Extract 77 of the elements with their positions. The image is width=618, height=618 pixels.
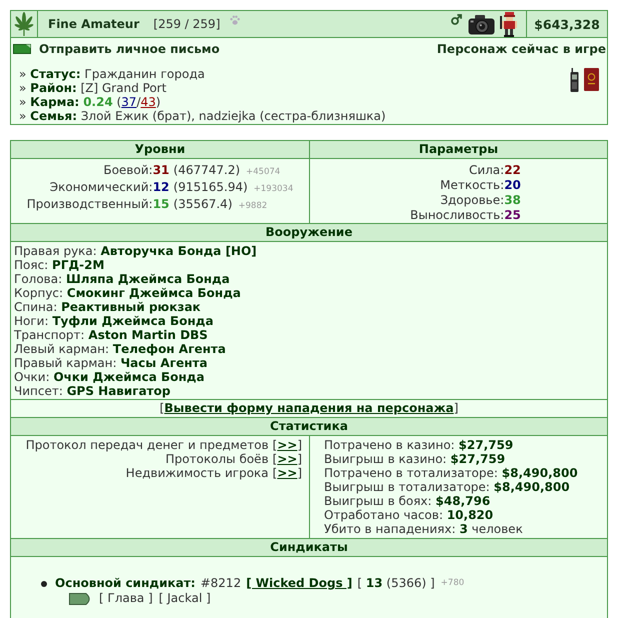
parameter-label: Меткость: [440,178,504,193]
section-header: Вооружение [11,224,607,242]
info-line: » Район: [Z] Grand Port [19,81,168,95]
equipment-line: Ноги: Туфли Джеймса Бонда [14,314,214,328]
equipment-line: Корпус: Смокинг Джеймса Бонда [14,286,242,300]
section-header: Параметры [310,141,607,158]
syndicate-label: Основной синдикат: [55,576,196,591]
syndicate-role: [ Глава ] [99,591,153,606]
equipment-line: Правая рука: Авторучка Бонда [НО] [14,244,258,258]
level-value: 15 [152,197,170,212]
attack-form-link[interactable]: [Вывести форму нападения на персонажа] [160,401,458,415]
equipment-line: Очки: Очки Джеймса Бонда [14,370,206,384]
statistic-line: Выигрыш в тотализаторе: $8,490,800 [324,480,571,494]
equipment-line: Пояс: РГД-2М [14,258,106,272]
send-message-link[interactable]: Отправить личное письмо [13,42,220,56]
parameter-value: 25 [504,208,521,223]
online-status: Персонаж сейчас в игре [436,42,606,56]
equipment-line: Транспорт: Aston Martin DBS [14,328,209,342]
level-value: 12 [152,180,170,195]
health-counter: [259 / 259] [153,17,220,31]
equipment-line: Спина: Реактивный рюкзак [14,300,202,314]
paw-icon [230,15,240,25]
level-label: Боевой: [103,163,153,179]
equipment-line: Левый карман: Телефон Агента [14,342,227,356]
info-line: » Статус: Гражданин города [19,67,206,81]
info-line: » Семья: Злой Ежик (брат), nadziejka (сестра-близняшка) [19,109,386,123]
parameter-value: 22 [504,163,521,178]
person-icon [500,12,518,37]
equipment-line: Чипсет: GPS Навигатор [14,384,172,398]
negative-votes-link[interactable]: 43 [140,95,156,109]
parameter-value: 20 [504,178,521,193]
open-log-link[interactable]: [>>] [272,466,302,480]
section-header: Синдикаты [11,539,607,557]
leaf-icon [12,12,36,36]
syndicate-number: #8212 [200,576,242,591]
section-header: Статистика [11,418,607,436]
level-experience: (467747.2) [173,163,240,178]
statistic-line: Убито в нападениях: 3 человек [324,522,524,536]
parameter-value: 38 [504,193,521,208]
level-gain: +193034 [254,183,294,196]
syndicate-gain: +780 [440,577,464,590]
bullet-icon [41,580,47,586]
camera-icon[interactable] [468,14,495,34]
player-name: Fine Amateur [48,17,140,31]
statistic-line: Потрачено в тотализаторе: $8,490,800 [324,466,579,480]
level-label: Экономический: [50,180,153,196]
syndicate-level: [ 13 (5366) ] [357,576,435,591]
syndicate-link[interactable]: [ Wicked Dogs ] [246,576,352,591]
level-experience: (915165.94) [173,180,248,195]
parameter-label: Сила: [468,163,504,178]
level-label: Производственный: [26,197,153,213]
statistic-line: Выигрыш в боях: $48,796 [324,494,492,508]
statistic-line: Выигрыш в казино: $27,759 [324,452,506,466]
syndicate-role: [ Jackal ] [158,591,211,606]
statistic-line: Потрачено в казино: $27,759 [324,438,514,452]
male-symbol-icon [451,14,462,25]
statistic-line: Отработано часов: 10,820 [324,508,494,522]
log-label: Протокол передач денег и предметов [26,438,269,452]
mail-icon [13,44,31,54]
equipment-line: Правый карман: Часы Агента [14,356,208,370]
equipment-line: Голова: Шляпа Джеймса Бонда [14,272,231,286]
karma-line: » Карма: 0.24 (37/43) [19,95,162,109]
parameter-label: Выносливость: [410,208,504,223]
parameter-label: Здоровье: [440,193,504,208]
log-label: Недвижимость игрока [126,466,269,480]
open-log-link[interactable]: [>>] [272,438,302,452]
money-amount: $643,328 [534,16,600,32]
section-header: Уровни [11,141,310,158]
open-log-link[interactable]: [>>] [272,452,302,466]
level-gain: +9882 [238,200,268,213]
phone-icon [570,68,579,92]
level-value: 31 [152,163,170,178]
passport-icon [584,68,599,91]
positive-votes-link[interactable]: 37 [121,95,137,109]
log-label: Протоколы боёв [165,452,269,466]
level-gain: +45074 [246,166,280,179]
level-experience: (35567.4) [173,197,232,212]
